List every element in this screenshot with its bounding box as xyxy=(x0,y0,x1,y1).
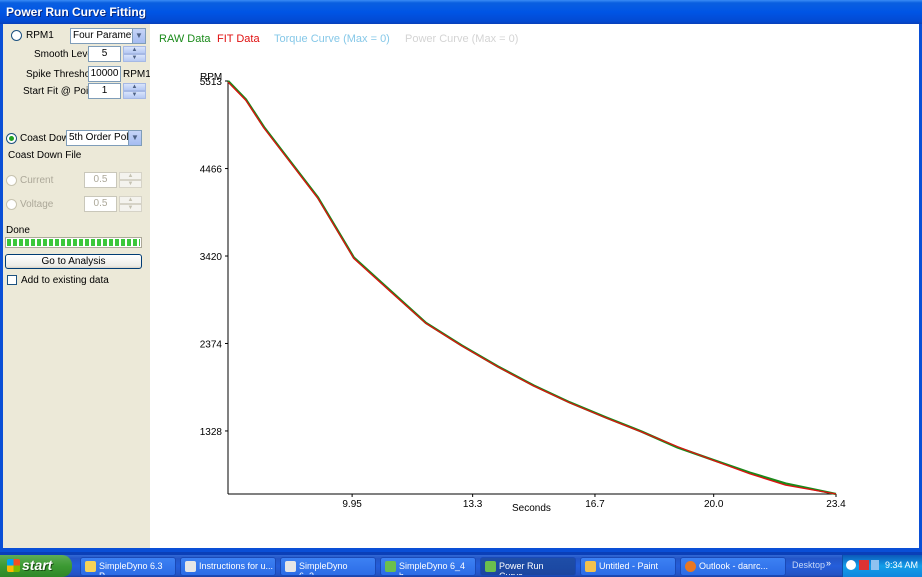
current-stepper[interactable]: ▲ ▼ xyxy=(119,172,142,188)
taskbar-item[interactable]: SimpleDyno 6_2_... xyxy=(280,557,376,576)
legend-raw: RAW Data xyxy=(159,33,211,45)
spin-up-icon[interactable]: ▲ xyxy=(119,172,142,180)
tray-app-icon[interactable] xyxy=(846,560,856,570)
y-tick-label: 3420 xyxy=(200,252,223,263)
current-input[interactable]: 0.5 xyxy=(84,172,117,188)
chevron-down-icon[interactable]: ▼ xyxy=(132,29,145,43)
progress-fill xyxy=(7,239,140,246)
smooth-level-stepper[interactable]: ▲ ▼ xyxy=(123,46,146,62)
x-tick-label: 16.7 xyxy=(585,499,605,510)
x-tick-label: 23.4 xyxy=(826,499,846,510)
windows-logo-icon xyxy=(7,559,20,572)
smooth-level-label: Smooth Level xyxy=(34,49,96,60)
coast-down-fit-type-select[interactable]: 5th Order Poly ▼ xyxy=(66,130,142,146)
x-tick-label: 13.3 xyxy=(463,499,483,510)
taskbar-item[interactable]: Instructions for u... xyxy=(180,557,276,576)
rpm-chart: RPMSeconds551344663420237413289.95 13.3 16… xyxy=(200,72,846,514)
legend-torque: Torque Curve (Max = 0) xyxy=(274,33,390,45)
spin-down-icon[interactable]: ▼ xyxy=(123,91,146,99)
start-fit-input[interactable]: 1 xyxy=(88,83,121,99)
go-to-analysis-button[interactable]: Go to Analysis xyxy=(5,254,142,269)
app-icon xyxy=(385,561,396,572)
taskbar-item[interactable]: Untitled - Paint xyxy=(580,557,676,576)
firefox-icon xyxy=(685,561,696,572)
start-fit-stepper[interactable]: ▲ ▼ xyxy=(123,83,146,99)
voltage-label: Voltage xyxy=(20,199,54,210)
legend-power: Power Curve (Max = 0) xyxy=(405,33,519,45)
taskbar-item-active[interactable]: Power Run Curve... xyxy=(480,557,576,576)
spin-up-icon[interactable]: ▲ xyxy=(119,196,142,204)
folder-icon xyxy=(85,561,96,572)
speaker-icon[interactable] xyxy=(871,560,879,570)
spike-threshold-unit: RPM1 xyxy=(123,69,151,80)
taskbar-item[interactable]: SimpleDyno 6_4 b... xyxy=(380,557,476,576)
tray-alert-icon[interactable] xyxy=(859,560,869,570)
spike-threshold-input[interactable]: 10000 xyxy=(88,66,121,82)
add-existing-checkbox[interactable] xyxy=(7,275,17,285)
window-icon xyxy=(285,561,296,572)
y-tick-label: 4466 xyxy=(200,165,223,176)
y-tick-label: 2374 xyxy=(200,339,223,350)
clock[interactable]: 9:34 AM xyxy=(885,560,918,570)
current-label: Current xyxy=(20,175,54,186)
rpm-radio-label: RPM1 xyxy=(26,30,54,41)
chevron-right-icon[interactable]: » xyxy=(826,558,831,568)
window-title-bar[interactable]: Power Run Curve Fitting xyxy=(0,0,922,24)
voltage-input[interactable]: 0.5 xyxy=(84,196,117,212)
rpm-radio[interactable] xyxy=(11,30,22,41)
radio-selected-dot xyxy=(9,136,14,141)
spin-down-icon[interactable]: ▼ xyxy=(119,180,142,188)
add-existing-label: Add to existing data xyxy=(21,275,109,286)
legend-fit: FIT Data xyxy=(217,33,260,45)
start-label: start xyxy=(22,557,53,573)
voltage-radio[interactable] xyxy=(6,199,17,210)
taskbar-item[interactable]: SimpleDyno 6.3 P... xyxy=(80,557,176,576)
spin-up-icon[interactable]: ▲ xyxy=(123,83,146,91)
x-axis-label: Seconds xyxy=(512,503,551,514)
fit-data-line xyxy=(227,81,837,495)
x-tick-label: 9.95 xyxy=(342,499,362,510)
taskbar-item[interactable]: Outlook - danrc... xyxy=(680,557,786,576)
document-icon xyxy=(185,561,196,572)
rpm-fit-type-select[interactable]: Four Parameter ▼ xyxy=(70,28,146,44)
spin-up-icon[interactable]: ▲ xyxy=(123,46,146,54)
y-tick-label: 1328 xyxy=(200,427,223,438)
current-radio[interactable] xyxy=(6,175,17,186)
progress-bar xyxy=(5,237,142,248)
start-fit-label: Start Fit @ Point xyxy=(23,86,97,97)
desktop-toolbar-label[interactable]: Desktop xyxy=(792,560,825,570)
spin-down-icon[interactable]: ▼ xyxy=(119,204,142,212)
raw-data-line xyxy=(227,80,837,496)
app-icon xyxy=(485,561,496,572)
coast-down-file-label: Coast Down File xyxy=(8,150,82,161)
voltage-stepper[interactable]: ▲ ▼ xyxy=(119,196,142,212)
y-tick-label: 5513 xyxy=(200,77,223,88)
x-tick-label: 20.0 xyxy=(704,499,724,510)
smooth-level-input[interactable]: 5 xyxy=(88,46,121,62)
window-title: Power Run Curve Fitting xyxy=(6,5,147,19)
control-panel: RPM1 Four Parameter ▼ Smooth Level 5 ▲ ▼ … xyxy=(3,24,151,548)
plot-area: RAW Data FIT Data Torque Curve (Max = 0)… xyxy=(150,24,919,548)
coast-down-radio[interactable] xyxy=(6,133,17,144)
coast-down-fit-type-value: 5th Order Poly xyxy=(69,132,134,143)
paint-icon xyxy=(585,561,596,572)
status-label: Done xyxy=(6,225,30,236)
system-tray: 9:34 AM xyxy=(842,555,922,577)
chevron-down-icon[interactable]: ▼ xyxy=(128,131,141,145)
spin-down-icon[interactable]: ▼ xyxy=(123,54,146,62)
